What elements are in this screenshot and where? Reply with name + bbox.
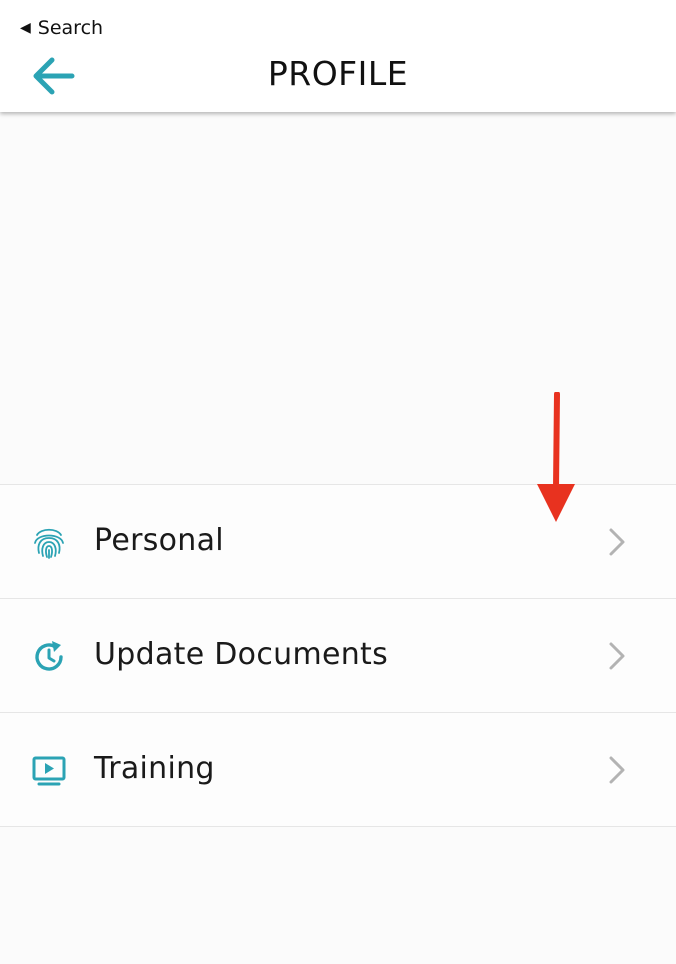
menu-item-update-documents[interactable]: Update Documents bbox=[0, 598, 676, 712]
chevron-right-icon bbox=[609, 528, 625, 556]
header: ◀ Search PROFILE bbox=[0, 0, 676, 112]
red-arrow-annotation bbox=[537, 392, 575, 522]
status-back-link[interactable]: ◀ Search bbox=[20, 17, 103, 39]
menu-item-label: Update Documents bbox=[94, 637, 389, 672]
monitor-play-icon bbox=[32, 756, 66, 786]
menu-item-label: Personal bbox=[94, 523, 224, 558]
fingerprint-icon bbox=[34, 528, 64, 559]
chevron-right-icon bbox=[609, 756, 625, 784]
chevron-right-icon bbox=[609, 642, 625, 670]
menu-item-training[interactable]: Training bbox=[0, 712, 676, 827]
back-triangle-icon: ◀ bbox=[20, 20, 31, 36]
profile-menu: Personal Update Documents Training bbox=[0, 484, 676, 827]
page-title: PROFILE bbox=[267, 54, 409, 93]
status-back-label: Search bbox=[37, 17, 104, 39]
clock-refresh-icon bbox=[35, 641, 63, 671]
menu-item-label: Training bbox=[94, 751, 215, 786]
